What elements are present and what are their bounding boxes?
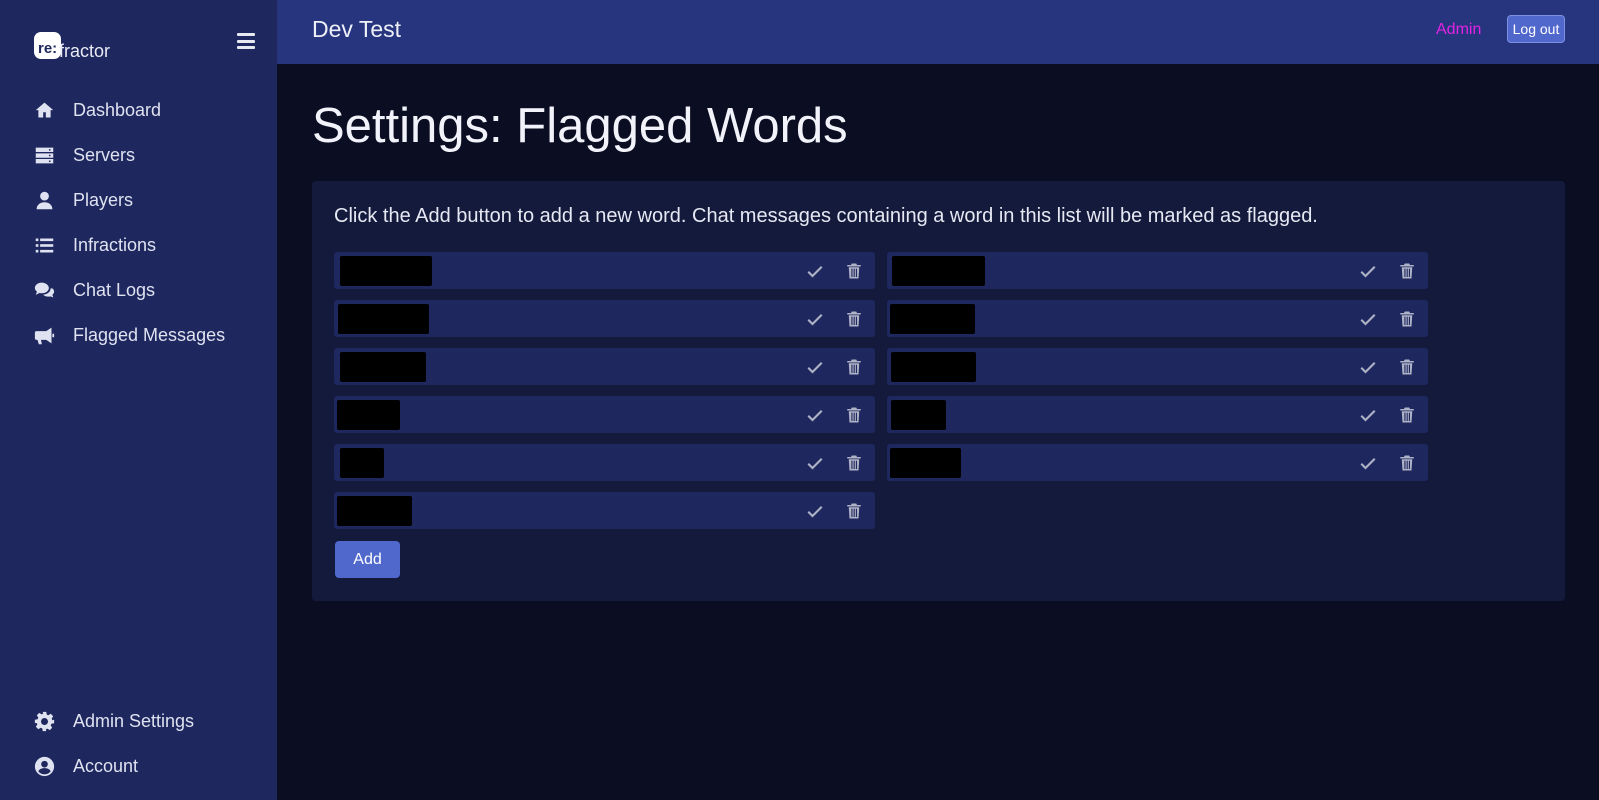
word-input-redacted[interactable] [891,352,976,382]
check-icon[interactable] [804,308,826,330]
brand-mark: re: [34,31,61,59]
flagged-word-row [334,300,875,337]
word-input-redacted[interactable] [340,448,384,478]
flagged-word-row [887,444,1428,481]
sidebar: re: fractor Dashboard Servers Players In… [0,0,277,800]
check-icon[interactable] [804,452,826,474]
flagged-word-row [334,444,875,481]
sidebar-item-account[interactable]: Account [0,744,277,789]
megaphone-icon [33,325,55,347]
home-icon [33,100,55,122]
chat-icon [33,280,55,302]
check-icon[interactable] [804,260,826,282]
trash-icon[interactable] [1396,452,1418,474]
sidebar-item-label: Chat Logs [73,280,156,300]
admin-link[interactable]: Admin [1436,21,1481,39]
sidebar-item-label: Infractions [73,235,157,255]
account-icon [33,756,55,778]
flagged-word-row [887,396,1428,433]
check-icon[interactable] [804,356,826,378]
flagged-word-row [334,252,875,289]
trash-icon[interactable] [1396,260,1418,282]
trash-icon[interactable] [1396,404,1418,426]
trash-icon[interactable] [843,356,865,378]
trash-icon[interactable] [843,500,865,522]
word-input-redacted[interactable] [337,496,412,526]
panel-description: Click the Add button to add a new word. … [334,205,1318,227]
sidebar-item-chat-logs[interactable]: Chat Logs [0,268,277,313]
trash-icon[interactable] [843,260,865,282]
app-title: Dev Test [312,16,402,42]
brand-text: fractor [59,40,111,61]
word-input-redacted[interactable] [890,304,975,334]
logout-button[interactable]: Log out [1507,15,1565,43]
sidebar-bottom-nav: Admin Settings Account [0,699,277,789]
list-icon [33,235,55,257]
check-icon[interactable] [804,500,826,522]
sidebar-nav: Dashboard Servers Players Infractions Ch… [0,88,277,358]
sidebar-item-label: Account [73,756,139,776]
add-word-button[interactable]: Add [335,541,400,578]
word-input-redacted[interactable] [340,352,426,382]
trash-icon[interactable] [1396,356,1418,378]
gear-icon [33,711,55,733]
sidebar-item-label: Flagged Messages [73,325,226,345]
flagged-words-panel: Click the Add button to add a new word. … [312,181,1565,601]
trash-icon[interactable] [843,404,865,426]
server-icon [33,145,55,167]
flagged-word-row [334,396,875,433]
menu-toggle-icon[interactable] [237,33,255,49]
word-input-redacted[interactable] [338,304,429,334]
check-icon[interactable] [1357,404,1379,426]
trash-icon[interactable] [1396,308,1418,330]
sidebar-item-label: Dashboard [73,100,162,120]
check-icon[interactable] [1357,308,1379,330]
flagged-word-row [334,348,875,385]
check-icon[interactable] [1357,356,1379,378]
word-input-redacted[interactable] [340,256,432,286]
check-icon[interactable] [1357,260,1379,282]
user-icon [33,190,55,212]
page-title: Settings: Flagged Words [312,99,848,153]
sidebar-item-label: Players [73,190,134,210]
top-bar: Dev Test Admin Log out [277,0,1599,64]
check-icon[interactable] [804,404,826,426]
sidebar-item-admin-settings[interactable]: Admin Settings [0,699,277,744]
word-input-redacted[interactable] [890,448,961,478]
sidebar-item-dashboard[interactable]: Dashboard [0,88,277,133]
sidebar-item-servers[interactable]: Servers [0,133,277,178]
flagged-word-row [887,348,1428,385]
flagged-word-row [334,492,875,529]
word-input-redacted[interactable] [891,400,946,430]
sidebar-item-label: Admin Settings [73,711,195,731]
flagged-word-row [887,252,1428,289]
sidebar-item-flagged-messages[interactable]: Flagged Messages [0,313,277,358]
trash-icon[interactable] [843,452,865,474]
brand-logo[interactable]: re: fractor [34,28,110,62]
sidebar-item-players[interactable]: Players [0,178,277,223]
trash-icon[interactable] [843,308,865,330]
sidebar-item-label: Servers [73,145,136,165]
word-input-redacted[interactable] [337,400,400,430]
sidebar-item-infractions[interactable]: Infractions [0,223,277,268]
check-icon[interactable] [1357,452,1379,474]
flagged-word-row [887,300,1428,337]
word-input-redacted[interactable] [892,256,985,286]
